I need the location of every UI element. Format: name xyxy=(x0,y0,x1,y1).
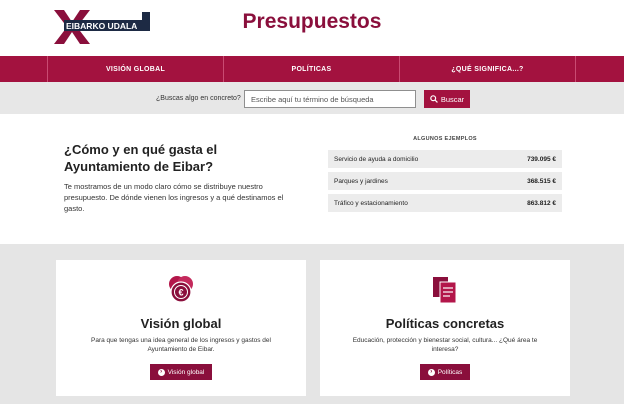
politicas-button[interactable]: › Políticas xyxy=(420,364,470,380)
vision-global-button-label: Visión global xyxy=(167,368,205,376)
card-vision-global: € Visión global Para que tengas una idea… xyxy=(56,260,306,396)
nav-spacer-right xyxy=(576,56,624,82)
search-bar: ¿Buscas algo en concreto? Buscar xyxy=(0,82,624,114)
intro-section: ¿Cómo y en qué gasta el Ayuntamiento de … xyxy=(0,114,624,244)
search-icon xyxy=(430,95,438,103)
euro-coins-icon: € xyxy=(169,276,193,303)
main-nav: VISIÓN GLOBAL POLÍTICAS ¿QUÉ SIGNIFICA..… xyxy=(0,56,624,82)
nav-spacer-left xyxy=(0,56,48,82)
card-description: Para que tengas una idea general de los … xyxy=(91,337,271,353)
example-label: Tráfico y estacionamiento xyxy=(334,199,408,207)
example-row[interactable]: Tráfico y estacionamiento 863.812 € xyxy=(328,194,562,212)
example-label: Parques y jardines xyxy=(334,177,388,185)
card-description: Educación, protección y bienestar social… xyxy=(352,337,538,353)
example-value: 739.095 € xyxy=(527,155,556,163)
example-value: 368.515 € xyxy=(527,177,556,185)
search-button[interactable]: Buscar xyxy=(424,90,470,108)
intro-title: ¿Cómo y en qué gasta el Ayuntamiento de … xyxy=(64,142,218,174)
example-label: Servicio de ayuda a domicilio xyxy=(334,155,419,163)
svg-text:€: € xyxy=(178,288,183,298)
documents-icon xyxy=(433,277,457,304)
nav-item-que-significa[interactable]: ¿QUÉ SIGNIFICA...? xyxy=(400,56,576,82)
arrow-icon: › xyxy=(427,368,435,376)
examples-panel: ALGUNOS EJEMPLOS Servicio de ayuda a dom… xyxy=(328,136,562,216)
search-button-label: Buscar xyxy=(440,94,465,104)
cards-area: € Visión global Para que tengas una idea… xyxy=(0,244,624,404)
example-row[interactable]: Servicio de ayuda a domicilio 739.095 € xyxy=(328,150,562,168)
example-value: 863.812 € xyxy=(527,199,556,207)
nav-item-politicas[interactable]: POLÍTICAS xyxy=(224,56,400,82)
card-title: Visión global xyxy=(140,316,222,331)
card-title: Políticas concretas xyxy=(385,316,505,331)
search-input[interactable] xyxy=(244,90,416,108)
nav-item-vision-global[interactable]: VISIÓN GLOBAL xyxy=(48,56,224,82)
politicas-button-label: Políticas xyxy=(437,368,463,376)
card-politicas: Políticas concretas Educación, protecció… xyxy=(320,260,570,396)
intro-text: Te mostramos de un modo claro cómo se di… xyxy=(64,182,284,213)
examples-title: ALGUNOS EJEMPLOS xyxy=(413,136,477,142)
search-label: ¿Buscas algo en concreto? xyxy=(156,95,241,102)
header: EIBARKO UDALA Presupuestos xyxy=(0,0,624,56)
page-title: Presupuestos xyxy=(242,10,382,33)
vision-global-button[interactable]: › Visión global xyxy=(150,364,212,380)
example-row[interactable]: Parques y jardines 368.515 € xyxy=(328,172,562,190)
arrow-icon: › xyxy=(157,368,165,376)
